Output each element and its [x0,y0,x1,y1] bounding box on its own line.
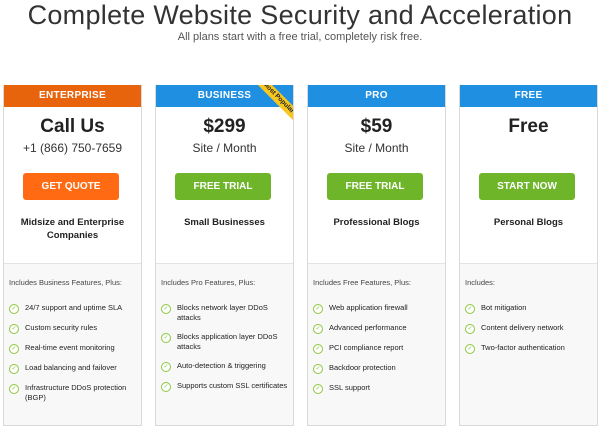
check-icon: ✓ [161,382,171,392]
feature-list: ✓ Web application firewall ✓ Advanced perf… [313,303,441,403]
plan-card-enterprise: ENTERPRISE Call Us +1 (866) 750-7659 GET… [3,85,142,426]
divider [156,263,293,264]
feature-label: Two-factor authentication [481,343,565,352]
plan-price: $59 [360,116,393,137]
feature-list: ✓ Bot mitigation ✓ Content delivery networ… [465,303,593,363]
feature-label: Supports custom SSL certificates [177,381,288,390]
divider [4,263,141,264]
check-icon: ✓ [9,364,19,374]
feature-item: ✓ Backdoor protection [313,363,441,374]
feature-label: Advanced performance [329,323,407,332]
plan-target: Professional Blogs [333,217,420,228]
feature-label: Backdoor protection [329,363,396,372]
features-intro: Includes Pro Features, Plus: [161,278,256,287]
feature-item: ✓ 24/7 support and uptime SLA [9,303,137,314]
feature-item: ✓ Advanced performance [313,323,441,334]
plan-card-business: BUSINESS Most Popular $299 Site / Month … [155,85,294,426]
feature-item: ✓ Blocks network layer DDoS attacks [161,303,289,323]
plan-price: Call Us [40,116,105,137]
plan-unit: Site / Month [344,141,409,155]
feature-item: ✓ PCI compliance report [313,343,441,354]
plan-phone: +1 (866) 750-7659 [22,141,123,155]
feature-item: ✓ Blocks application layer DDoS attacks [161,332,289,352]
check-icon: ✓ [465,324,475,334]
feature-label: Load balancing and failover [25,363,117,372]
feature-label: Bot mitigation [481,303,527,312]
feature-item: ✓ Auto-detection & triggering [161,361,289,372]
check-icon: ✓ [9,344,19,354]
features-intro: Includes Free Features, Plus: [313,278,411,287]
feature-item: ✓ Two-factor authentication [465,343,593,354]
feature-item: ✓ Infrastructure DDoS protection (BGP) [9,383,137,403]
check-icon: ✓ [465,344,475,354]
divider [460,263,597,264]
get-quote-button[interactable]: GET QUOTE [23,173,119,200]
check-icon: ✓ [313,304,323,314]
feature-label: Blocks application layer DDoS attacks [177,332,278,351]
feature-label: SSL support [329,383,370,392]
most-popular-ribbon: Most Popular [247,85,293,131]
check-icon: ✓ [465,304,475,314]
plan-target: Small Businesses [184,217,265,228]
feature-label: Blocks network layer DDoS attacks [177,303,268,322]
check-icon: ✓ [9,304,19,314]
feature-list: ✓ 24/7 support and uptime SLA ✓ Custom sec… [9,303,137,412]
feature-item: ✓ Content delivery network [465,323,593,334]
feature-item: ✓ Supports custom SSL certificates [161,381,289,392]
plan-target: Midsize and Enterprise Companies [20,217,125,241]
plan-header: FREE [460,85,597,107]
check-icon: ✓ [313,364,323,374]
plan-header: PRO [308,85,445,107]
plan-card-free: FREE Free START NOW Personal Blogs Inclu… [459,85,598,426]
divider [308,263,445,264]
features-intro: Includes Business Features, Plus: [9,278,122,287]
plan-price: Free [508,116,549,137]
feature-label: Auto-detection & triggering [177,361,266,370]
plan-header: ENTERPRISE [4,85,141,107]
features-intro: Includes: [465,278,496,287]
plan-unit: Site / Month [192,141,257,155]
feature-item: ✓ Custom security rules [9,323,137,334]
check-icon: ✓ [9,384,19,394]
feature-item: ✓ Load balancing and failover [9,363,137,374]
feature-label: Web application firewall [329,303,408,312]
feature-label: Real-time event monitoring [25,343,115,352]
check-icon: ✓ [161,304,171,314]
plan-card-pro: PRO $59 Site / Month FREE TRIAL Professi… [307,85,446,426]
feature-item: ✓ Web application firewall [313,303,441,314]
page-subtitle: All plans start with a free trial, compl… [177,31,423,43]
feature-label: PCI compliance report [329,343,404,352]
feature-label: Custom security rules [25,323,98,332]
feature-label: Infrastructure DDoS protection (BGP) [25,383,127,402]
check-icon: ✓ [313,344,323,354]
check-icon: ✓ [313,324,323,334]
check-icon: ✓ [161,362,171,372]
feature-list: ✓ Blocks network layer DDoS attacks ✓ Bloc… [161,303,289,401]
ribbon-label: Most Popular [251,85,293,125]
page-title: Complete Website Security and Accelerati… [27,0,573,30]
check-icon: ✓ [9,324,19,334]
feature-item: ✓ Bot mitigation [465,303,593,314]
check-icon: ✓ [161,333,171,343]
feature-item: ✓ SSL support [313,383,441,394]
feature-label: Content delivery network [481,323,564,332]
start-now-button[interactable]: START NOW [479,173,575,200]
plan-target: Personal Blogs [493,217,564,228]
check-icon: ✓ [313,384,323,394]
feature-item: ✓ Real-time event monitoring [9,343,137,354]
free-trial-button[interactable]: FREE TRIAL [175,173,271,200]
feature-label: 24/7 support and uptime SLA [25,303,123,312]
free-trial-button[interactable]: FREE TRIAL [327,173,423,200]
